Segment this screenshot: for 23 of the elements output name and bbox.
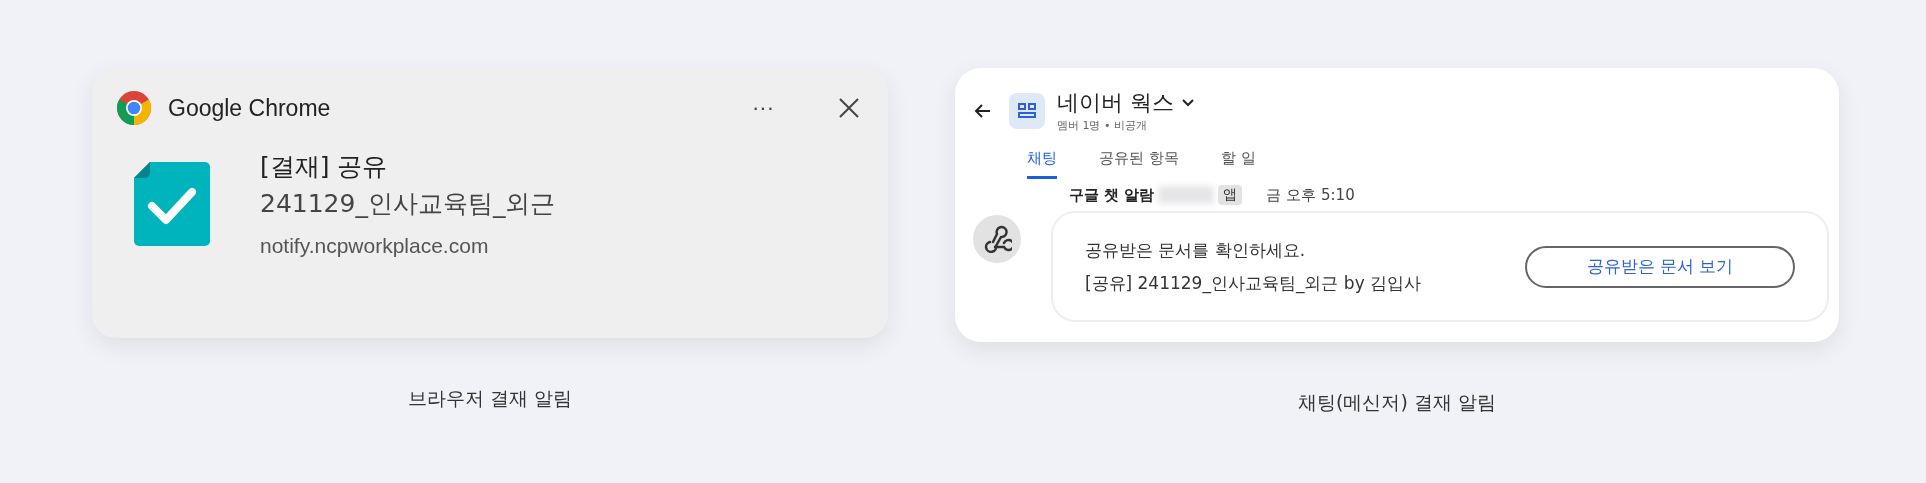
space-title: 네이버 웍스	[1057, 89, 1174, 117]
message-text: [공유] 241129_인사교육팀_외근 by 김입사	[1084, 271, 1423, 295]
message-time: 금 오후 5:10	[1266, 185, 1355, 205]
browser-logo-icon	[116, 90, 152, 126]
app-name: Google Chrome	[168, 94, 332, 122]
space-meta: 멤버 1명 • 비공개	[1057, 118, 1148, 133]
message-text: 공유받은 문서를 확인하세요.	[1084, 238, 1307, 262]
bot-avatar	[973, 215, 1021, 263]
space-icon	[1009, 92, 1045, 129]
tab[interactable]: 공유된 항목	[1099, 145, 1179, 179]
app-badge: 앱	[1218, 185, 1243, 205]
caption: 채팅(메신저) 결재 알림	[1298, 390, 1496, 415]
chevron-down-icon[interactable]	[1182, 99, 1194, 107]
notification-title: [결재] 공유	[260, 151, 389, 183]
tab[interactable]: 할 일	[1220, 145, 1256, 179]
caption: 브라우저 결재 알림	[407, 386, 573, 411]
document-check-icon	[134, 162, 210, 246]
notification-source: notify.ncpworkplace.com	[260, 234, 490, 258]
notification-body: 241129_인사교육팀_외근	[260, 188, 556, 220]
more-button[interactable]: ···	[746, 95, 780, 121]
sender-name: 구글 챗 알람	[1069, 185, 1155, 205]
view-document-button[interactable]: 공유받은 문서 보기	[1525, 245, 1795, 288]
tab[interactable]: 채팅	[1027, 145, 1057, 179]
